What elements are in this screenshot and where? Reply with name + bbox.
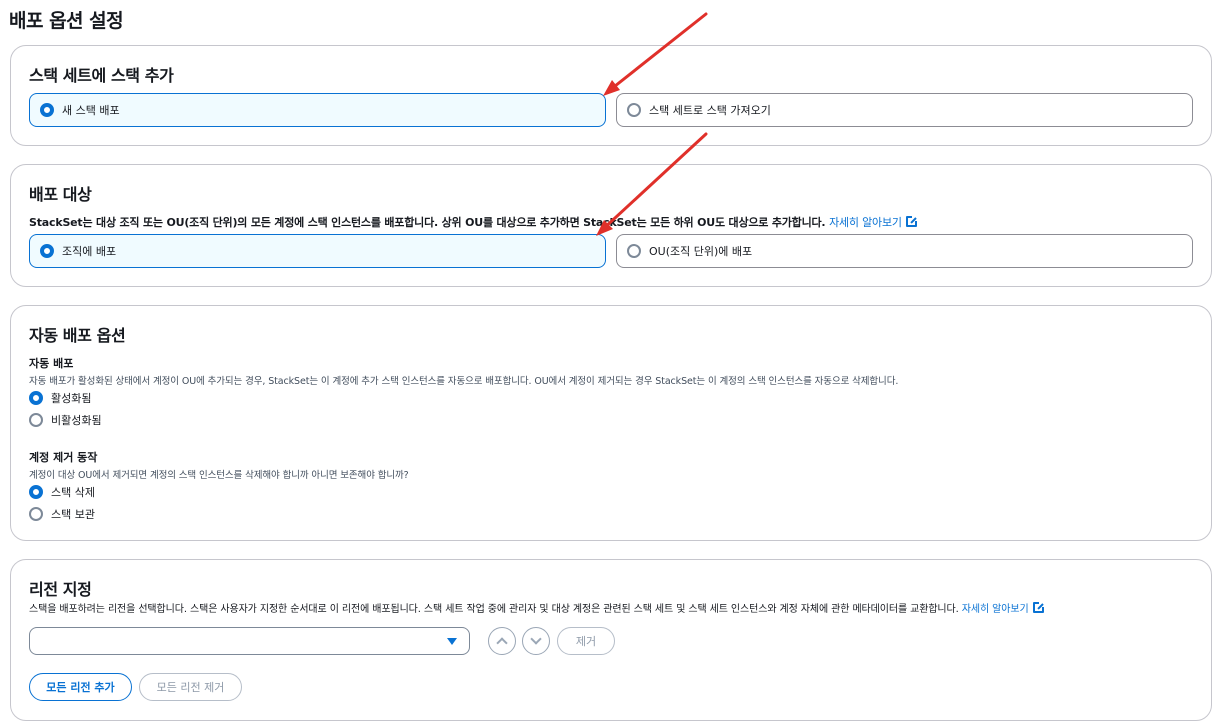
chevron-up-icon	[496, 637, 508, 649]
auto-deploy-description: 자동 배포가 활성화된 상태에서 계정이 OU에 추가되는 경우, StackS…	[29, 376, 899, 387]
region-select[interactable]	[29, 627, 470, 655]
add-all-regions-button[interactable]: 모든 리전 추가	[29, 673, 132, 701]
move-down-button[interactable]	[522, 627, 550, 655]
radio-icon-unchecked	[627, 244, 641, 258]
account-removal-heading: 계정 제거 동작	[29, 451, 98, 464]
radio-icon-checked	[29, 485, 43, 499]
tile-label: 스택 세트로 스택 가져오기	[649, 104, 771, 117]
deploy-target-description: StackSet는 대상 조직 또는 OU(조직 단위)의 모든 계정에 스택 …	[29, 214, 918, 230]
tile-deploy-to-ou[interactable]: OU(조직 단위)에 배포	[616, 234, 1193, 268]
radio-label: 비활성화됨	[51, 414, 102, 427]
tile-label: 새 스택 배포	[62, 104, 120, 117]
radio-disabled[interactable]: 비활성화됨	[29, 412, 102, 428]
radio-icon-checked	[40, 244, 54, 258]
tile-deploy-to-organization[interactable]: 조직에 배포	[29, 234, 606, 268]
move-up-button[interactable]	[488, 627, 516, 655]
radio-label: 스택 삭제	[51, 486, 95, 499]
regions-description: 스택을 배포하려는 리전을 선택합니다. 스택은 사용자가 지정한 순서대로 이…	[29, 600, 1045, 615]
radio-retain-stacks[interactable]: 스택 보관	[29, 506, 95, 522]
add-stacks-panel: 스택 세트에 스택 추가 새 스택 배포 스택 세트로 스택 가져오기	[10, 45, 1212, 146]
tile-import-stacks[interactable]: 스택 세트로 스택 가져오기	[616, 93, 1193, 127]
radio-icon-checked	[29, 391, 43, 405]
page-title: 배포 옵션 설정	[9, 10, 124, 32]
radio-icon-checked	[40, 103, 54, 117]
tile-label: OU(조직 단위)에 배포	[649, 245, 753, 258]
auto-deploy-panel: 자동 배포 옵션 자동 배포 자동 배포가 활성화된 상태에서 계정이 OU에 …	[10, 305, 1212, 541]
tile-label: 조직에 배포	[62, 245, 117, 258]
learn-more-link[interactable]: 자세히 알아보기	[829, 216, 902, 229]
auto-deploy-heading: 자동 배포	[29, 357, 74, 370]
auto-deploy-title: 자동 배포 옵션	[29, 326, 126, 345]
radio-enabled[interactable]: 활성화됨	[29, 390, 91, 406]
account-removal-description: 계정이 대상 OU에서 제거되면 계정의 스택 인스턴스를 삭제해야 합니까 아…	[29, 470, 409, 481]
learn-more-link[interactable]: 자세히 알아보기	[962, 604, 1029, 615]
radio-icon-unchecked	[29, 413, 43, 427]
description-text: 스택을 배포하려는 리전을 선택합니다. 스택은 사용자가 지정한 순서대로 이…	[29, 604, 959, 615]
tile-deploy-new-stacks[interactable]: 새 스택 배포	[29, 93, 606, 127]
deploy-target-title: 배포 대상	[29, 185, 92, 204]
external-link-icon	[1032, 601, 1045, 613]
remove-all-regions-button[interactable]: 모든 리전 제거	[139, 673, 242, 701]
radio-icon-unchecked	[627, 103, 641, 117]
remove-button[interactable]: 제거	[557, 627, 615, 655]
radio-icon-unchecked	[29, 507, 43, 521]
radio-label: 스택 보관	[51, 508, 95, 521]
caret-down-icon	[447, 638, 457, 645]
deploy-target-panel: 배포 대상 StackSet는 대상 조직 또는 OU(조직 단위)의 모든 계…	[10, 164, 1212, 287]
radio-label: 활성화됨	[51, 392, 92, 405]
regions-title: 리전 지정	[29, 580, 92, 599]
chevron-down-icon	[530, 633, 542, 645]
add-stacks-title: 스택 세트에 스택 추가	[29, 66, 174, 85]
radio-delete-stacks[interactable]: 스택 삭제	[29, 484, 95, 500]
description-text: StackSet는 대상 조직 또는 OU(조직 단위)의 모든 계정에 스택 …	[29, 216, 826, 229]
external-link-icon	[905, 215, 918, 227]
